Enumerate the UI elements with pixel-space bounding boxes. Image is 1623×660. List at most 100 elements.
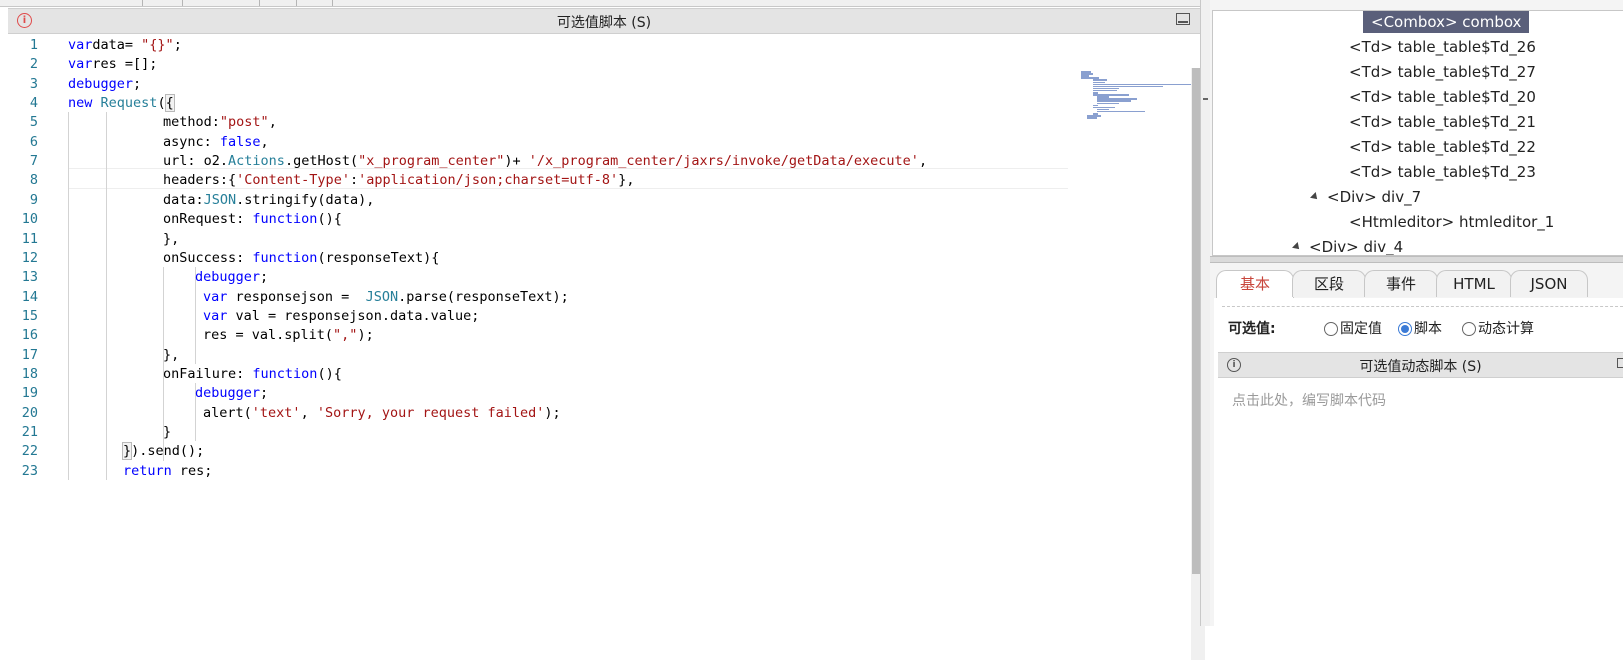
code-token: "x_program_center": [358, 153, 505, 170]
tree-node-label: <Td> table_table$Td_27: [1349, 63, 1536, 81]
code-token: 'Content-Type': [236, 172, 350, 189]
property-tabs: 基本 区段 事件 HTML JSON: [1214, 268, 1623, 300]
tab-section[interactable]: 区段: [1292, 270, 1366, 297]
code-token: data:: [163, 191, 204, 208]
radio-button[interactable]: [1324, 322, 1338, 336]
code-line: async: false,: [163, 132, 269, 152]
code-token: {: [164, 94, 175, 113]
tree-node-label: <Td> table_table$Td_26: [1349, 38, 1536, 56]
code-token: onRequest:: [163, 211, 253, 228]
horizontal-splitter[interactable]: [1210, 256, 1623, 263]
code-token: ;: [173, 37, 182, 53]
code-token: JSON: [203, 191, 237, 208]
property-panel: 可选值: 固定值 脚本 动态计算 i 可选值动态脚本 (S) 点击此处，编写脚本代码: [1214, 298, 1623, 626]
tree-node[interactable]: <Td> table_table$Td_26: [1349, 36, 1536, 58]
code-line: onSuccess: function(responseText){: [163, 248, 439, 268]
tab-html[interactable]: HTML: [1436, 270, 1512, 297]
tree-node[interactable]: <Td> table_table$Td_23: [1349, 161, 1536, 183]
minimize-icon[interactable]: [1176, 13, 1190, 25]
expand-arrow-icon[interactable]: [1292, 242, 1302, 252]
code-token: }: [163, 424, 172, 440]
tree-node-label: <Td> table_table$Td_21: [1349, 113, 1536, 131]
code-line: alert('text', 'Sorry, your request faile…: [203, 403, 561, 423]
code-line: headers:{'Content-Type':'application/jso…: [163, 170, 634, 190]
code-token: Actions: [228, 153, 285, 170]
indent-guide: [68, 112, 69, 481]
line-number: 16: [21, 327, 38, 344]
code-token: '/x_program_center/jaxrs/invoke/getData/…: [528, 153, 919, 170]
code-token: data=: [92, 37, 142, 53]
code-line: }: [163, 422, 171, 442]
code-token: ;: [260, 269, 269, 286]
code-line: onRequest: function(){: [163, 209, 342, 229]
tree-node[interactable]: <Td> table_table$Td_20: [1349, 86, 1536, 108]
line-number: 13: [21, 269, 38, 286]
restore-icon[interactable]: [1617, 358, 1623, 368]
splitter-handle[interactable]: [1203, 98, 1208, 100]
tree-node[interactable]: <Htmleditor> htmleditor_1: [1349, 211, 1554, 233]
radio-button[interactable]: [1462, 322, 1476, 336]
code-token: var: [68, 37, 93, 53]
radio-label[interactable]: 动态计算: [1478, 317, 1534, 341]
code-line: new Request({: [68, 93, 175, 113]
line-number: 12: [21, 249, 38, 266]
tree-node-label: <Td> table_table$Td_22: [1349, 138, 1536, 156]
radio-label[interactable]: 固定值: [1340, 317, 1382, 341]
code-token: var: [68, 56, 93, 73]
code-token: onFailure:: [163, 365, 253, 382]
code-token: ",": [333, 327, 358, 344]
code-token: );: [544, 404, 561, 421]
tree-node[interactable]: <Div> div_4: [1292, 236, 1404, 256]
tree-node-label: <Div> div_4: [1309, 238, 1404, 256]
code-token: ,: [260, 133, 269, 150]
radio-button[interactable]: [1398, 322, 1412, 336]
script-editor-pane: i 可选值脚本 (S) 1 2 3 4 5 6 7 8 9 10 11 12 13 14 15 16 17 18 1…: [0, 0, 1205, 660]
line-number: 8: [29, 172, 38, 189]
code-token: async:: [163, 133, 220, 150]
code-token: (){: [317, 365, 342, 382]
line-number: 2: [29, 56, 38, 73]
code-line: method:"post",: [163, 112, 277, 132]
tab-events[interactable]: 事件: [1364, 270, 1438, 297]
code-token: res =[];: [92, 56, 158, 73]
radio-label[interactable]: 脚本: [1414, 317, 1442, 341]
code-token: .getHost(: [284, 153, 359, 170]
code-token: (){: [317, 211, 342, 228]
option-type-row: 可选值: 固定值 脚本 动态计算: [1228, 317, 1534, 341]
expand-arrow-icon[interactable]: [1310, 192, 1320, 202]
code-token: },: [163, 230, 180, 247]
code-token: method:: [163, 114, 220, 131]
tree-node[interactable]: <Combox> combox: [1363, 11, 1530, 33]
code-token: ,: [300, 404, 317, 421]
code-line: var val = responsejson.data.value;: [203, 306, 479, 326]
line-number: 23: [21, 462, 38, 479]
code-token: function: [252, 211, 318, 228]
tab-json[interactable]: JSON: [1510, 270, 1588, 297]
code-line: var responsejson = JSON.parse(responseTe…: [203, 287, 569, 307]
code-token: alert(: [203, 404, 252, 421]
code-token: :: [349, 172, 359, 189]
code-line: vardata= "{}";: [68, 35, 182, 55]
code-token: var: [203, 288, 228, 305]
code-minimap[interactable]: [1081, 71, 1193, 121]
code-token: return: [123, 462, 172, 479]
tab-basic[interactable]: 基本: [1216, 270, 1294, 300]
code-token: 'Sorry, your request failed': [316, 404, 545, 421]
code-editor[interactable]: 1 2 3 4 5 6 7 8 9 10 11 12 13 14 15 16 17 18 19 20 21 22 23 va…: [8, 34, 1205, 660]
line-number: 22: [21, 443, 38, 460]
code-token: new: [68, 95, 93, 112]
code-line: url: o2.Actions.getHost("x_program_cente…: [163, 151, 927, 171]
code-token: ;: [260, 385, 269, 402]
tree-node[interactable]: <Td> table_table$Td_27: [1349, 61, 1536, 83]
code-token: 'application/json;charset=utf-8': [358, 172, 619, 189]
line-number: 7: [29, 153, 38, 170]
tree-node[interactable]: <Td> table_table$Td_21: [1349, 111, 1536, 133]
tree-node[interactable]: <Td> table_table$Td_22: [1349, 136, 1536, 158]
script-placeholder[interactable]: 点击此处，编写脚本代码: [1232, 390, 1386, 410]
tree-node[interactable]: <Div> div_7: [1310, 186, 1421, 208]
code-token: ;: [133, 75, 142, 92]
tree-node-label: <Td> table_table$Td_23: [1349, 163, 1536, 181]
line-number: 17: [21, 346, 38, 363]
code-token: JSON: [365, 288, 399, 305]
